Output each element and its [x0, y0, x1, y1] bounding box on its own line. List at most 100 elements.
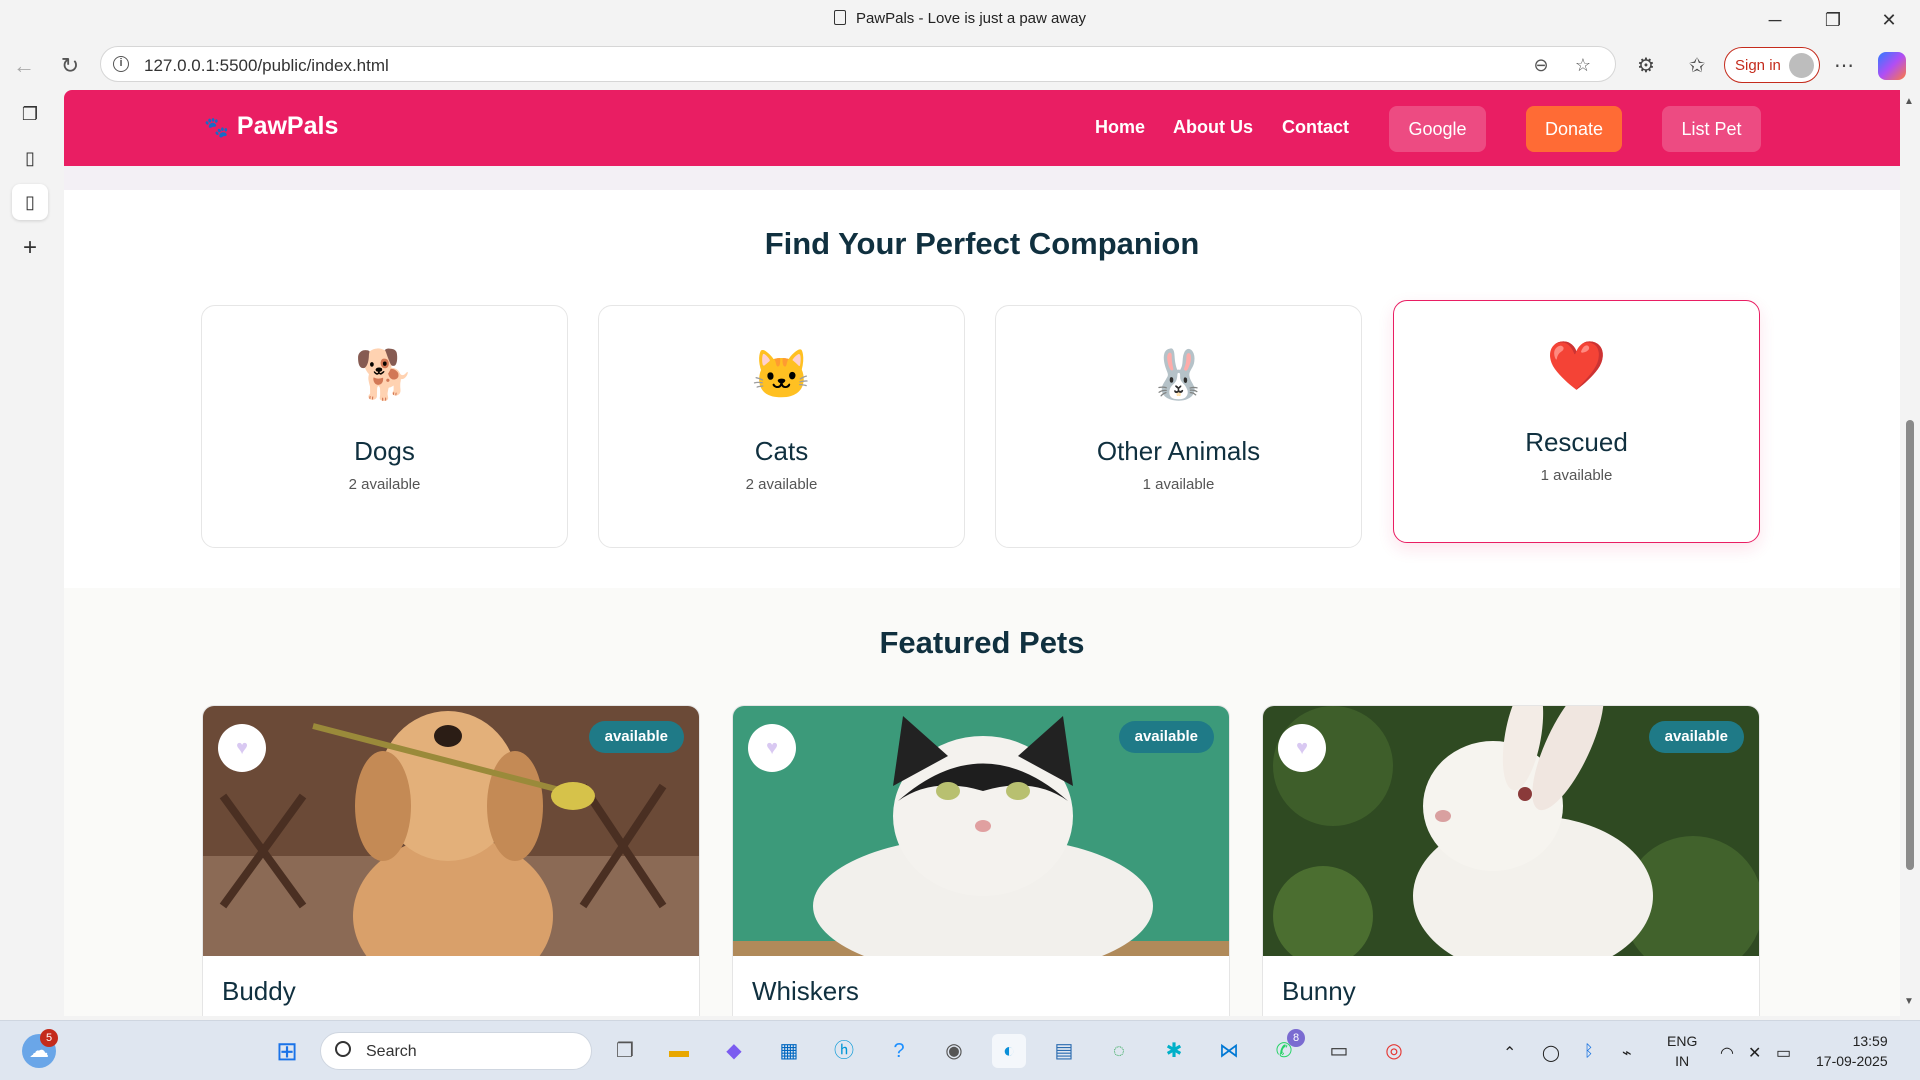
extensions-icon[interactable]: ⚙	[1630, 50, 1662, 82]
donate-button[interactable]: Donate	[1526, 106, 1622, 152]
paw-icon: 🐾	[204, 117, 229, 139]
language-indicator[interactable]: ENG IN	[1667, 1031, 1697, 1071]
category-card-rescued[interactable]: ❤️ Rescued 1 available	[1393, 300, 1760, 543]
categories-title: Find Your Perfect Companion	[764, 226, 1200, 261]
status-badge: available	[588, 721, 684, 753]
google-button[interactable]: Google	[1389, 106, 1486, 152]
loader-icon[interactable]: ◌	[1102, 1034, 1136, 1068]
page-viewport: 🐾 PawPals Home About Us Contact Google Do…	[64, 90, 1900, 1016]
address-bar[interactable]: i 127.0.0.1:5500/public/index.html ⊖ ☆	[100, 46, 1616, 82]
profile-avatar-icon	[1789, 53, 1814, 78]
hp-icon[interactable]: ⓗ	[827, 1034, 861, 1068]
favorite-heart-icon[interactable]: ♥	[1278, 724, 1326, 772]
help-icon[interactable]: ?	[882, 1034, 916, 1068]
site-logo[interactable]: 🐾 PawPals	[204, 112, 338, 141]
terminal-icon[interactable]: ▭	[1322, 1034, 1356, 1068]
window-title: PawPals - Love is just a paw away	[855, 10, 1087, 27]
status-badge: available	[1648, 721, 1744, 753]
tray-overflow-icon[interactable]: ⌃	[1503, 1043, 1516, 1063]
page-scrollbar[interactable]: ▲ ▼	[1900, 90, 1920, 1016]
list-pet-button[interactable]: List Pet	[1662, 106, 1761, 152]
start-icon[interactable]: ⊞	[270, 1034, 304, 1068]
pet-card-whiskers[interactable]: ♥ available Whiskers	[732, 705, 1230, 1016]
task-view-icon[interactable]: ❐	[608, 1034, 642, 1068]
store-icon[interactable]: ▦	[772, 1034, 806, 1068]
cat-icon: 🐱	[751, 349, 812, 402]
favorite-star-icon[interactable]: ☆	[1571, 53, 1595, 77]
hero-bottom-band	[64, 166, 1900, 190]
dog-icon: 🐕	[354, 349, 415, 402]
chrome-icon[interactable]: ◎	[1377, 1034, 1411, 1068]
category-name: Cats	[754, 436, 809, 466]
site-navbar: 🐾 PawPals Home About Us Contact Google Do…	[64, 90, 1900, 166]
pet-name[interactable]: Buddy	[222, 976, 296, 1007]
copilot-app-icon[interactable]: ◆	[717, 1034, 751, 1068]
battery-icon[interactable]: ▭	[1776, 1043, 1791, 1063]
tab-actions-icon[interactable]: ❐	[12, 96, 48, 132]
category-card-cats[interactable]: 🐱 Cats 2 available	[598, 305, 965, 548]
favorite-heart-icon[interactable]: ♥	[218, 724, 266, 772]
clock-date: 17-09-2025	[1816, 1053, 1888, 1069]
url-text[interactable]: 127.0.0.1:5500/public/index.html	[144, 56, 389, 76]
volume-muted-icon[interactable]: ✕	[1748, 1043, 1761, 1063]
favorites-icon[interactable]: ✩	[1681, 50, 1713, 82]
favorite-heart-icon[interactable]: ♥	[748, 724, 796, 772]
pet-card-bunny[interactable]: ♥ available Bunny	[1262, 705, 1760, 1016]
taskbar-clock[interactable]: 13:59 17-09-2025	[1816, 1031, 1888, 1071]
clock-time: 13:59	[1852, 1033, 1888, 1049]
category-count: 2 available	[348, 476, 421, 493]
site-info-icon[interactable]: i	[113, 56, 129, 72]
restore-button[interactable]: ❐	[1810, 6, 1856, 34]
category-count: 1 available	[1540, 467, 1613, 484]
app-icon[interactable]: ✱	[1157, 1034, 1191, 1068]
reload-button[interactable]: ↻	[54, 50, 86, 82]
camera-icon[interactable]: ◉	[937, 1034, 971, 1068]
search-icon	[335, 1041, 351, 1057]
tab-page-icon[interactable]: ▯	[12, 140, 48, 176]
vscode-icon[interactable]: ⋈	[1212, 1034, 1246, 1068]
nav-contact-link[interactable]: Contact	[1282, 117, 1349, 138]
nav-about-link[interactable]: About Us	[1173, 117, 1253, 138]
sign-in-button[interactable]: Sign in	[1724, 47, 1820, 83]
wifi-icon[interactable]: ◠	[1720, 1043, 1734, 1063]
nav-home-link[interactable]: Home	[1095, 117, 1145, 138]
back-button[interactable]: ←	[8, 50, 40, 82]
close-button[interactable]: ✕	[1866, 6, 1912, 34]
category-card-other-animals[interactable]: 🐰 Other Animals 1 available	[995, 305, 1362, 548]
pet-name[interactable]: Bunny	[1282, 976, 1356, 1007]
minimize-button[interactable]: ─	[1752, 6, 1798, 34]
scroll-down-icon[interactable]: ▼	[1904, 996, 1914, 1007]
tab-active-page-icon[interactable]: ▯	[12, 184, 48, 220]
network-status-icon[interactable]: ⌁	[1622, 1043, 1632, 1063]
category-name: Other Animals	[1096, 436, 1261, 466]
category-name: Dogs	[354, 436, 415, 466]
edge-icon[interactable]: ◐	[992, 1034, 1026, 1068]
windows-taskbar: ☁ 5 ⊞ Search ❐ ▬ ◆ ▦ ⓗ ? ◉ ◐ ▤ ◌ ✱ ⋈ ✆ 8…	[0, 1020, 1920, 1080]
whatsapp-badge: 8	[1287, 1029, 1305, 1047]
new-tab-icon[interactable]: +	[12, 230, 48, 266]
status-badge: available	[1118, 721, 1214, 753]
file-explorer-icon[interactable]: ▬	[662, 1034, 696, 1068]
more-menu-icon[interactable]: ⋯	[1828, 50, 1860, 82]
weather-badge: 5	[40, 1029, 58, 1047]
reading-view-icon[interactable]: ⊖	[1529, 53, 1553, 77]
window-titlebar: PawPals - Love is just a paw away ─ ❐ ✕	[0, 0, 1920, 42]
page-icon	[833, 10, 846, 25]
rabbit-icon: 🐰	[1148, 349, 1209, 402]
scrollbar-thumb[interactable]	[1906, 420, 1914, 870]
tray-app-icon[interactable]: ◯	[1542, 1043, 1560, 1063]
category-name: Rescued	[1525, 427, 1628, 457]
taskbar-search[interactable]: Search	[320, 1032, 592, 1070]
notepad-icon[interactable]: ▤	[1047, 1034, 1081, 1068]
copilot-icon[interactable]	[1878, 52, 1906, 80]
pet-card-buddy[interactable]: ♥ available Buddy	[202, 705, 700, 1016]
scroll-up-icon[interactable]: ▲	[1904, 96, 1914, 107]
heart-icon: ❤️	[1546, 340, 1607, 393]
vertical-tab-strip: ❐ ▯ ▯ +	[0, 90, 60, 1020]
category-card-dogs[interactable]: 🐕 Dogs 2 available	[201, 305, 568, 548]
pet-name[interactable]: Whiskers	[752, 976, 859, 1007]
bluetooth-icon[interactable]: ᛒ	[1584, 1043, 1594, 1061]
category-count: 2 available	[745, 476, 818, 493]
browser-toolbar: ← ↻ i 127.0.0.1:5500/public/index.html ⊖…	[0, 42, 1920, 90]
category-count: 1 available	[1142, 476, 1215, 493]
